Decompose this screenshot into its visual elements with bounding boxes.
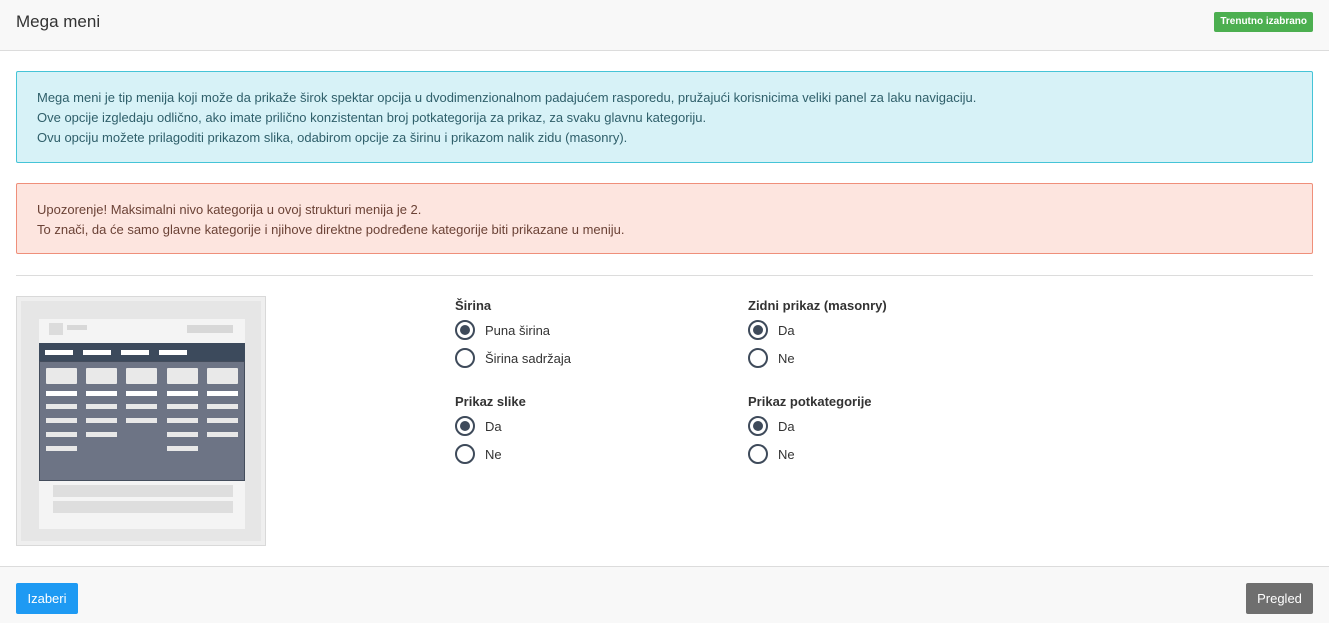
subcategory-option-group: Prikaz potkategorije Da Ne [748, 394, 872, 468]
radio-button-checked[interactable] [455, 416, 475, 436]
page-footer: Izaberi Pregled [0, 566, 1329, 623]
info-alert-line: Ovu opciju možete prilagoditi prikazom s… [37, 130, 628, 145]
section-divider [16, 275, 1313, 276]
radio-image-no[interactable]: Ne [455, 440, 526, 468]
mega-menu-preview-image [16, 296, 266, 546]
radio-subcategory-yes[interactable]: Da [748, 412, 872, 440]
width-option-group: Širina Puna širina Širina sadržaja [455, 298, 571, 372]
page-header: Mega meni Trenutno izabrano [0, 0, 1329, 51]
warning-alert-line: Upozorenje! Maksimalni nivo kategorija u… [37, 202, 422, 217]
info-alert-line: Ove opcije izgledaju odlično, ako imate … [37, 110, 707, 125]
radio-masonry-no[interactable]: Ne [748, 344, 887, 372]
warning-alert-line: To znači, da će samo glavne kategorije i… [37, 222, 625, 237]
radio-label: Ne [485, 446, 502, 462]
radio-masonry-yes[interactable]: Da [748, 316, 887, 344]
radio-button[interactable] [455, 348, 475, 368]
radio-subcategory-no[interactable]: Ne [748, 440, 872, 468]
radio-label: Širina sadržaja [485, 350, 571, 366]
image-option-group: Prikaz slike Da Ne [455, 394, 526, 468]
preview-nav-bar [39, 343, 245, 361]
radio-button[interactable] [455, 444, 475, 464]
preview-dropdown-panel [39, 361, 245, 481]
subcategory-option-title: Prikaz potkategorije [748, 394, 872, 409]
radio-full-width[interactable]: Puna širina [455, 316, 571, 344]
masonry-option-group: Zidni prikaz (masonry) Da Ne [748, 298, 887, 372]
warning-alert: Upozorenje! Maksimalni nivo kategorija u… [16, 183, 1313, 254]
info-alert-line: Mega meni je tip menija koji može da pri… [37, 90, 977, 105]
page-title: Mega meni [16, 12, 101, 31]
radio-label: Ne [778, 446, 795, 462]
radio-button-checked[interactable] [748, 416, 768, 436]
radio-label: Da [778, 322, 795, 338]
radio-button-checked[interactable] [748, 320, 768, 340]
image-option-title: Prikaz slike [455, 394, 526, 409]
radio-button-checked[interactable] [455, 320, 475, 340]
radio-label: Puna širina [485, 322, 551, 338]
radio-button[interactable] [748, 444, 768, 464]
radio-image-yes[interactable]: Da [455, 412, 526, 440]
radio-label: Ne [778, 350, 795, 366]
info-alert: Mega meni je tip menija koji može da pri… [16, 71, 1313, 163]
radio-button[interactable] [748, 348, 768, 368]
current-selection-badge: Trenutno izabrano [1214, 12, 1313, 32]
masonry-option-title: Zidni prikaz (masonry) [748, 298, 887, 313]
radio-label: Da [485, 418, 502, 434]
radio-label: Da [778, 418, 795, 434]
preview-button[interactable]: Pregled [1246, 583, 1313, 614]
width-option-title: Širina [455, 298, 492, 313]
select-button[interactable]: Izaberi [16, 583, 78, 614]
radio-content-width[interactable]: Širina sadržaja [455, 344, 571, 372]
